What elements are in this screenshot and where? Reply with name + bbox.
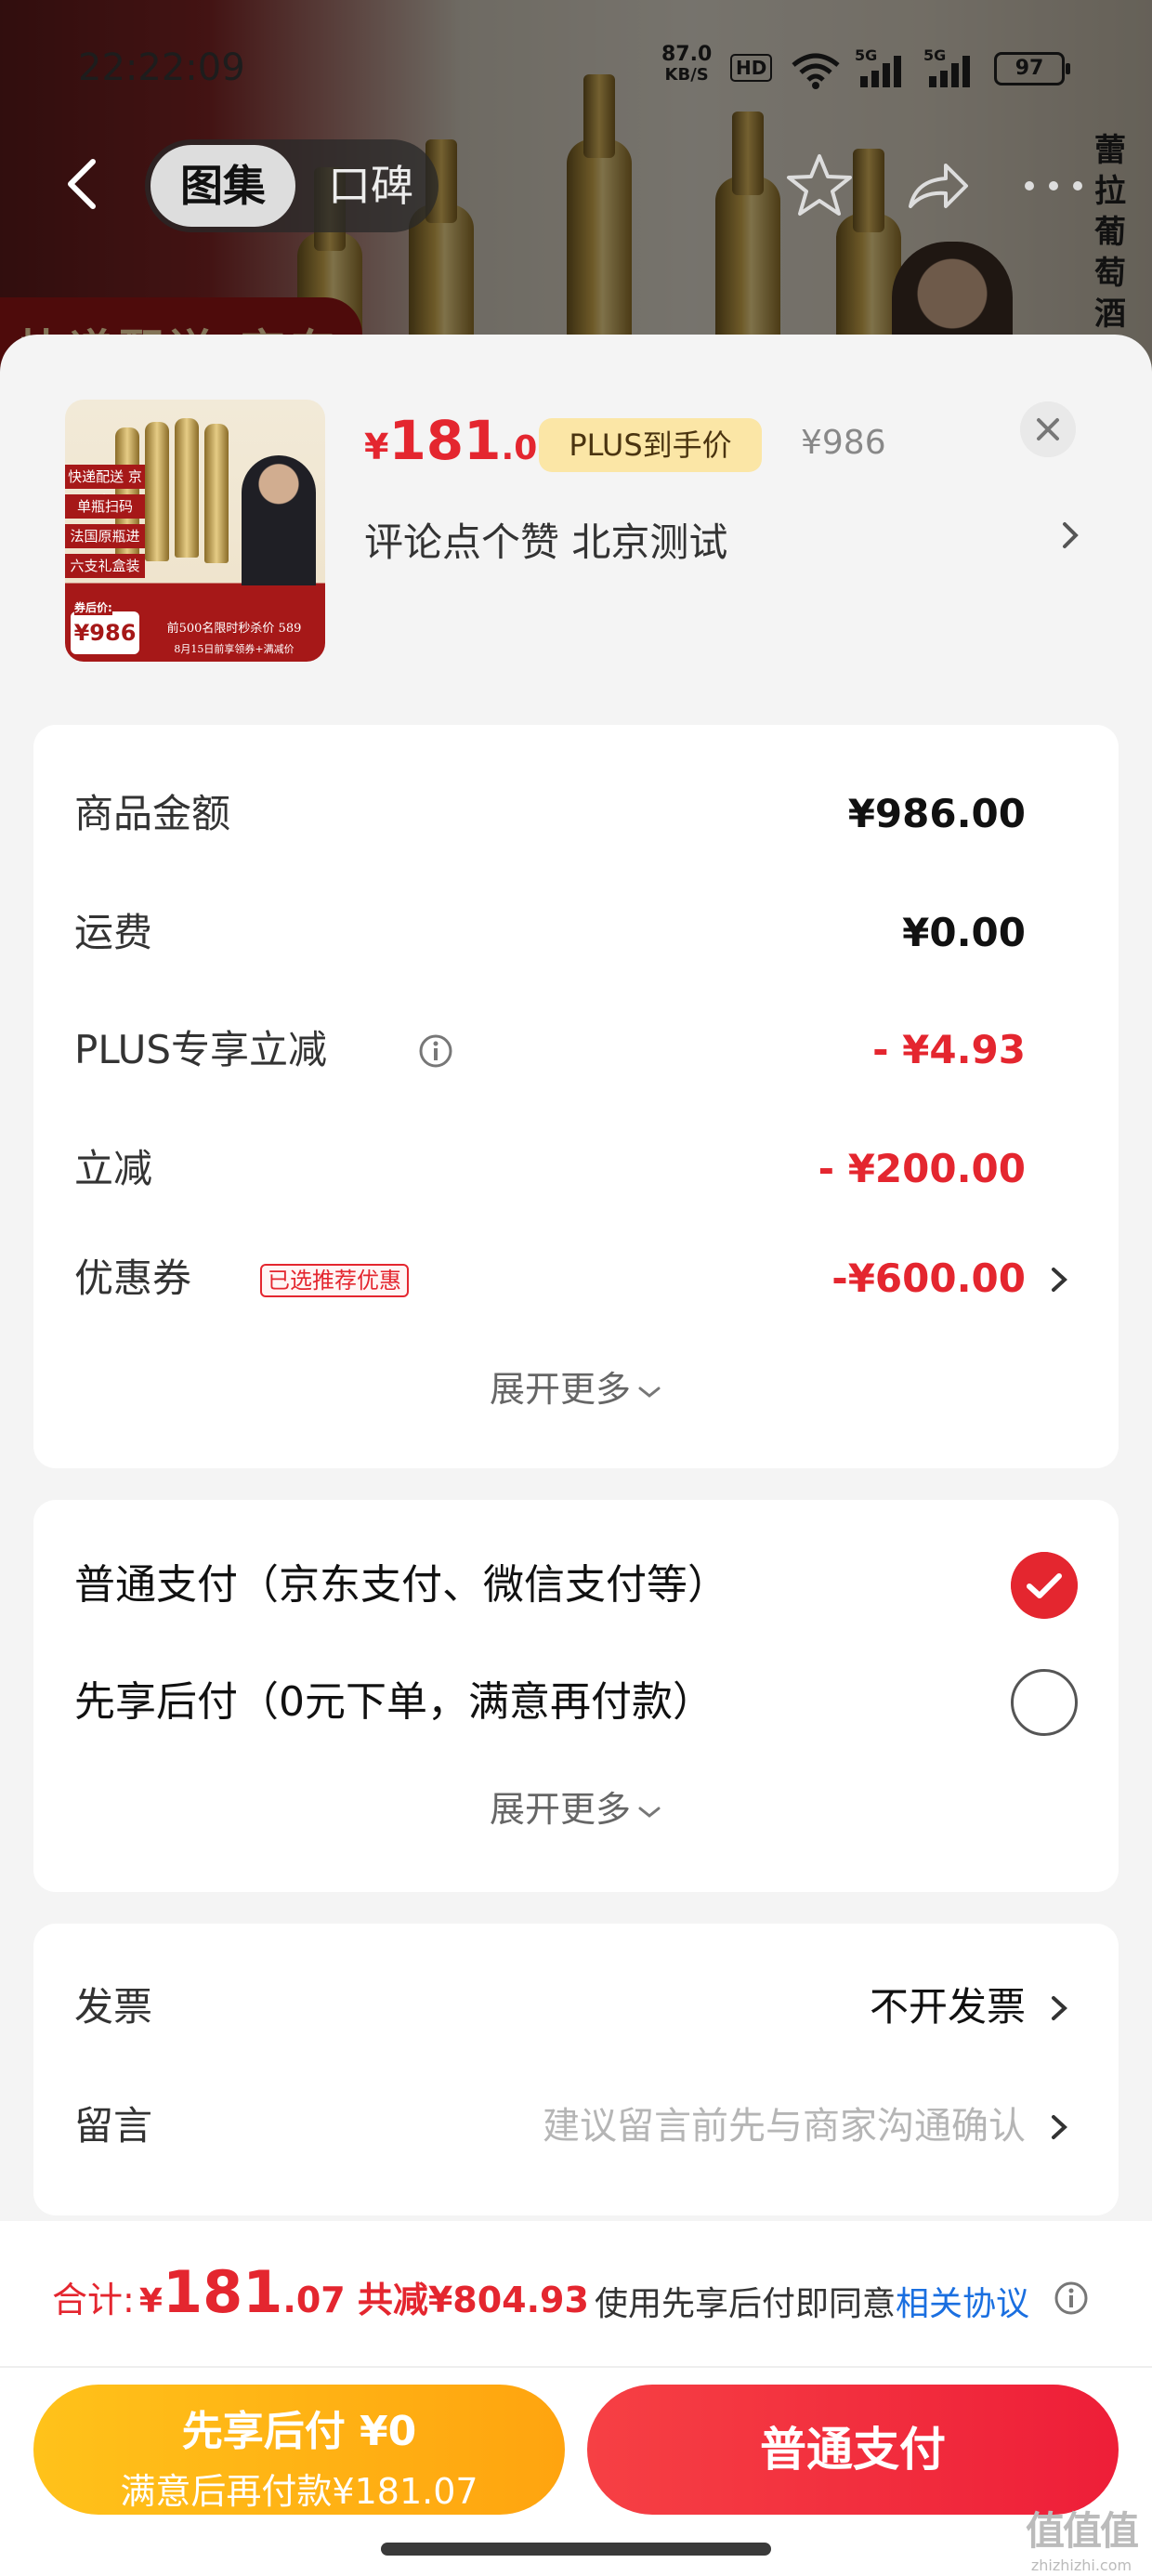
product-summary: 快递配送 京东 单瓶扫码1890 法国原瓶进口 六支礼盒装 券后价: ¥986 … [0, 335, 1152, 706]
amount-details-card: 商品金额 ¥986.00 运费 ¥0.00 PLUS专享立减 - ¥4.93 立… [33, 725, 1119, 1468]
chevron-right-icon[interactable] [1048, 2111, 1070, 2143]
expand-more-payment[interactable]: 展开更多 [33, 1781, 1119, 1832]
goods-amount-row: 商品金额 ¥986.00 [74, 791, 1026, 836]
normal-pay-button[interactable]: 普通支付 [587, 2385, 1119, 2515]
payment-option-bnpl[interactable]: 先享后付（0元下单，满意再付款） [74, 1669, 1078, 1736]
signal-sim1-icon: 5G [855, 46, 907, 87]
chevron-right-icon[interactable] [1048, 1992, 1070, 2024]
brand-vertical-title: 蕾拉葡萄酒 [1094, 132, 1126, 333]
hd-icon: HD [730, 54, 773, 82]
info-icon[interactable] [1054, 2280, 1089, 2316]
agreement-text: 使用先享后付即同意相关协议 [595, 2285, 1030, 2323]
coupon-row[interactable]: 优惠券 已选推荐优惠 -¥600.00 [74, 1251, 1078, 1307]
plus-price-badge: PLUS到手价 [539, 418, 762, 472]
payment-method-card: 普通支付（京东支付、微信支付等） 先享后付（0元下单，满意再付款） 展开更多 [33, 1500, 1119, 1892]
original-price: ¥986 [801, 424, 886, 462]
share-icon[interactable] [899, 149, 974, 223]
wifi-icon [792, 53, 840, 89]
bnpl-pay-button[interactable]: 先享后付 ¥0 满意后再付款¥181.07 [33, 2385, 565, 2515]
invoice-row[interactable]: 发票 不开发票 [74, 1979, 1078, 2035]
clock: 22:22:09 [78, 46, 245, 89]
info-icon[interactable] [418, 1033, 453, 1069]
shipping-row: 运费 ¥0.00 [74, 910, 1026, 955]
thumbnail-price: 券后价: ¥986 [69, 600, 141, 656]
radio-unchecked-icon[interactable] [1011, 1669, 1078, 1736]
more-icon[interactable] [1016, 149, 1091, 223]
total-saved: 共减¥804.93 [357, 2280, 589, 2320]
plus-discount-row: PLUS专享立减 - ¥4.93 [74, 1027, 1026, 1072]
order-total: 合计: ¥181.07 共减¥804.93 [52, 2258, 589, 2326]
product-thumbnail: 快递配送 京东 单瓶扫码1890 法国原瓶进口 六支礼盒装 券后价: ¥986 … [65, 400, 325, 662]
battery-icon: 97 [994, 52, 1070, 85]
chevron-down-icon [638, 1807, 661, 1818]
coupon-recommend-badge: 已选推荐优惠 [260, 1264, 409, 1297]
message-row[interactable]: 留言 建议留言前先与商家沟通确认 [74, 2098, 1078, 2154]
watermark: 值值值 zhizhizhi.com [1025, 2508, 1139, 2574]
agreement-link[interactable]: 相关协议 [896, 2285, 1029, 2323]
back-icon[interactable] [56, 156, 111, 212]
net-speed: 87.0 KB/S [661, 43, 713, 85]
expand-more-amounts[interactable]: 展开更多 [33, 1360, 1119, 1412]
payment-option-normal[interactable]: 普通支付（京东支付、微信支付等） [74, 1552, 1078, 1619]
tab-gallery[interactable]: 图集 [151, 145, 295, 227]
message-input[interactable]: 建议留言前先与商家沟通确认 [543, 2098, 1026, 2154]
final-price: ¥181.07 [364, 409, 561, 472]
chevron-right-icon[interactable] [1048, 1264, 1070, 1295]
tab-reviews[interactable]: 口碑 [310, 145, 431, 227]
selected-spec[interactable]: 评论点个赞 北京测试 [364, 511, 727, 568]
chevron-down-icon [638, 1387, 661, 1398]
media-tab-switch: 图集 口碑 [145, 139, 439, 232]
order-extras-card: 发票 不开发票 留言 建议留言前先与商家沟通确认 [33, 1924, 1119, 2215]
checkout-bottom-bar: 合计: ¥181.07 共减¥804.93 使用先享后付即同意相关协议 先享后付… [0, 2221, 1152, 2576]
signal-sim2-icon: 5G [923, 46, 975, 87]
close-icon[interactable] [1020, 401, 1076, 457]
favorite-star-icon[interactable] [782, 149, 857, 223]
instant-discount-row: 立减 - ¥200.00 [74, 1146, 1026, 1191]
chevron-right-icon[interactable] [1057, 517, 1085, 554]
radio-checked-icon[interactable] [1011, 1552, 1078, 1619]
home-indicator[interactable] [381, 2543, 771, 2556]
status-bar: 22:22:09 87.0 KB/S HD 5G 5G 97 [0, 33, 1152, 108]
divider [0, 2366, 1152, 2368]
